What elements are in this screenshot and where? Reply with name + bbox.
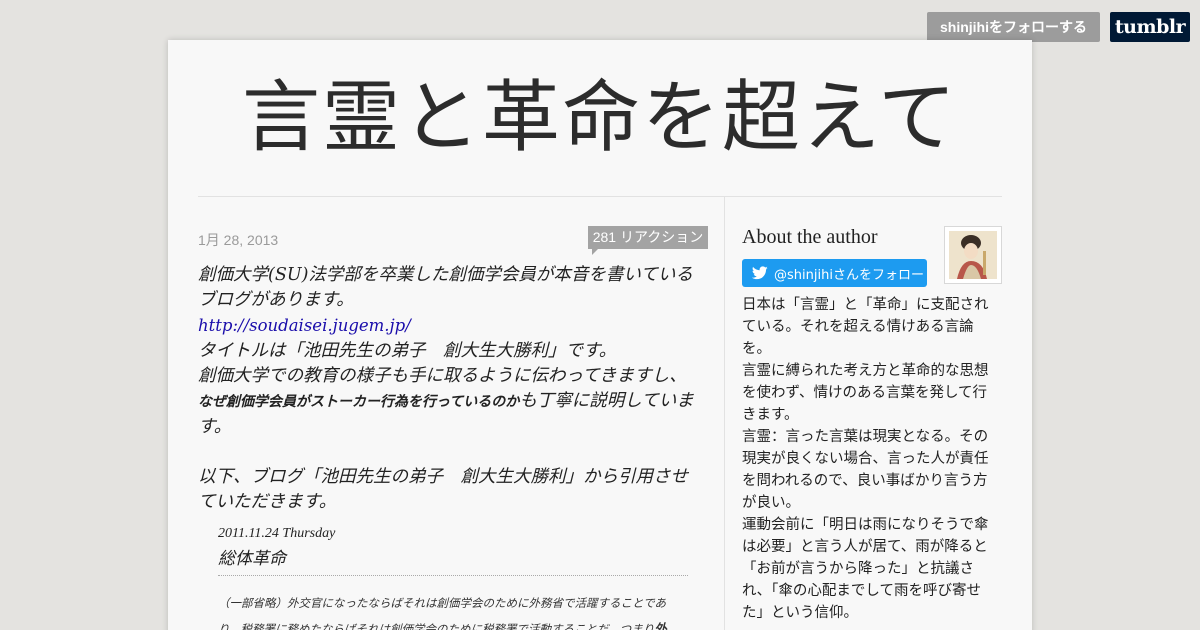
blog-card: 言霊と革命を超えて 1月 28, 2013 281 リアクション 創価大学(SU… [168, 40, 1032, 630]
header-divider [198, 196, 1002, 197]
about-line: が良い。 [742, 495, 800, 511]
notes-count-badge[interactable]: 281 リアクション [588, 226, 708, 255]
about-line: は必要」と言う人が居て、雨が降ると [742, 539, 988, 555]
about-line: 言霊：言った言葉は現実となる。その [742, 429, 989, 445]
avatar[interactable] [944, 226, 1002, 284]
post-line-rest: も丁寧に説明していま [519, 391, 694, 411]
post-body: 創価大学(SU)法学部を卒業した創価学会員が本音を書いている ブログがあります。… [198, 263, 708, 515]
blog-title[interactable]: 言霊と革命を超えて [168, 68, 1032, 168]
post-emphasis: なぜ創価学会員がストーカー行為を行っているのか [198, 394, 520, 410]
blockquote: 2011.11.24 Thursday 総体革命 （一部省略）外交官になったなら… [218, 526, 688, 630]
quote-date: 2011.11.24 Thursday [218, 526, 336, 541]
follow-button[interactable]: shinjihiをフォローする [927, 12, 1100, 42]
quote-title: 総体革命 [218, 549, 286, 569]
quote-text: （一部省略）外交官になったならばそれは創価学会のために外務省で活躍することであ … [218, 590, 693, 630]
quote-line: り、税務署に務めたならばそれは創価学会のために税務署で活動することだ。つまり外 [218, 616, 693, 630]
about-line: 運動会前に「明日は雨になりそうで傘 [742, 517, 989, 533]
about-line: を問われるので、良い事ばかり言う方 [742, 473, 988, 489]
about-line: 日本は「言霊」と「革命」に支配され [742, 297, 989, 313]
twitter-bird-icon [752, 266, 768, 280]
about-line: た」という信仰。 [742, 605, 858, 621]
about-line: ている。それを超える情けある言論 [742, 319, 974, 335]
quote-line-plain: り、税務署に務めたならばそれは創価学会のために税務署で活動することだ。つまり [218, 622, 655, 630]
post-line: 創価大学での教育の様子も手に取るように伝わってきますし、 [198, 366, 687, 386]
post-line: 創価大学(SU)法学部を卒業した創価学会員が本音を書いている [198, 265, 693, 285]
about-title: About the author [742, 226, 878, 248]
avatar-image [949, 231, 997, 279]
quote-line: （一部省略）外交官になったならばそれは創価学会のために外務省で活躍することであ [218, 596, 667, 610]
about-line: れ、「傘の心配までして雨を呼び寄せ [742, 583, 981, 599]
about-line: 言霊に縛られた考え方と革命的な思想 [742, 363, 989, 379]
post-date[interactable]: 1月 28, 2013 [198, 230, 278, 250]
twitter-follow-label: @shinjihiさんをフォロー [774, 267, 924, 283]
post-line: タイトルは「池田先生の弟子 創大生大勝利」です。 [198, 341, 617, 361]
quote-divider [218, 575, 688, 576]
post-line: ブログがあります。 [198, 290, 354, 310]
about-text: 日本は「言霊」と「革命」に支配され ている。それを超える情けある言論 を。 言霊… [742, 294, 1004, 624]
about-line: 現実が良くない場合、言った人が責任 [742, 451, 989, 467]
about-line: きます。 [742, 407, 799, 423]
post-link[interactable]: http://soudaisei.jugem.jp/ [198, 316, 411, 335]
post-line: す。 [198, 417, 232, 437]
post-line: なぜ創価学会員がストーカー行為を行っているのかも丁寧に説明していま [198, 389, 708, 415]
about-line: を使わず、情けのある言葉を発して行 [742, 385, 988, 401]
about-line: を。 [742, 341, 771, 357]
about-line: 「お前が言うから降った」と抗議さ [742, 561, 974, 577]
tumblr-logo-icon[interactable]: tumblr [1110, 12, 1190, 42]
column-divider [724, 197, 725, 630]
post-line: 以下、ブログ「池田先生の弟子 創大生大勝利」から引用させ [198, 467, 688, 487]
quote-emphasis: 外 [654, 621, 667, 630]
twitter-follow-button[interactable]: @shinjihiさんをフォロー [742, 259, 927, 287]
post-line: ていただきます。 [198, 492, 337, 512]
